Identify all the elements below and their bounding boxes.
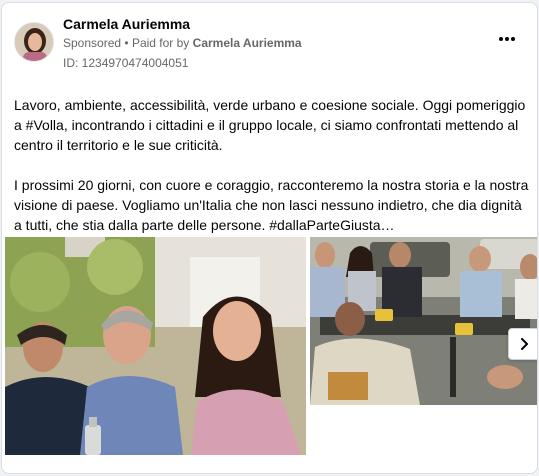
sponsored-meta: Sponsored • Paid for by Carmela Auriemma <box>63 36 302 50</box>
meta-separator: • <box>124 36 129 50</box>
post-paragraph-2: I prossimi 20 giorni, con cuore e coragg… <box>14 177 529 233</box>
carousel-next-button[interactable] <box>508 328 537 360</box>
carousel-image-2[interactable] <box>310 237 537 405</box>
author-avatar[interactable] <box>14 22 54 62</box>
paid-for-name: Carmela Auriemma <box>192 36 302 50</box>
sponsored-label: Sponsored <box>63 36 122 50</box>
carousel-image-1[interactable] <box>5 237 306 455</box>
post-text: Lavoro, ambiente, accessibilità, verde u… <box>14 95 532 255</box>
ad-card: Carmela Auriemma Sponsored • Paid for by… <box>1 2 538 474</box>
more-options-button[interactable] <box>495 27 519 51</box>
library-id: ID: 1234970474004051 <box>63 56 189 70</box>
post-paragraph-1: Lavoro, ambiente, accessibilità, verde u… <box>14 97 526 153</box>
paid-for-prefix: Paid for by <box>131 36 190 50</box>
three-dots-icon <box>498 37 516 41</box>
author-name[interactable]: Carmela Auriemma <box>63 16 190 32</box>
chevron-right-icon <box>521 338 528 350</box>
